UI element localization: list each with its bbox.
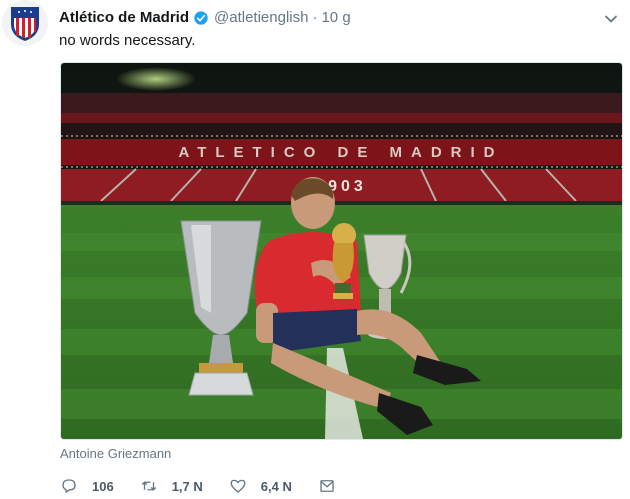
retweet-button[interactable]: 1,7 N: [140, 477, 203, 495]
atletico-crest-icon: [11, 7, 39, 41]
photo-tag[interactable]: Antoine Griezmann: [60, 446, 171, 461]
author-handle[interactable]: @atletienglish: [214, 9, 308, 26]
reply-icon: [62, 479, 76, 493]
chevron-down-icon[interactable]: [604, 12, 618, 26]
tweet-photo[interactable]: ATLETICO DE MADRID 1903: [60, 62, 623, 440]
separator-dot: ·: [312, 9, 318, 26]
avatar[interactable]: [2, 0, 48, 46]
tweet-header: Atlético de Madrid @atletienglish · 10 g: [59, 9, 351, 26]
tweet-card: Atlético de Madrid @atletienglish · 10 g…: [0, 0, 630, 499]
action-bar: 106 1,7 N 6,4 N: [60, 477, 376, 495]
stadium-photo: ATLETICO DE MADRID 1903: [61, 63, 622, 439]
tweet-text: no words necessary.: [59, 32, 196, 49]
dm-icon: [320, 480, 334, 492]
stadium-name-seats: ATLETICO DE MADRID: [178, 144, 503, 161]
retweet-icon: [141, 481, 156, 491]
timestamp[interactable]: 10 g: [321, 9, 350, 26]
like-icon: [230, 479, 246, 493]
author-name[interactable]: Atlético de Madrid: [59, 9, 189, 26]
verified-badge-icon: [194, 10, 208, 25]
direct-message-button[interactable]: [318, 477, 350, 495]
like-button[interactable]: 6,4 N: [229, 477, 292, 495]
reply-button[interactable]: 106: [60, 477, 114, 495]
like-count: 6,4 N: [260, 478, 292, 494]
retweet-count: 1,7 N: [171, 478, 203, 494]
reply-count: 106: [92, 478, 114, 494]
